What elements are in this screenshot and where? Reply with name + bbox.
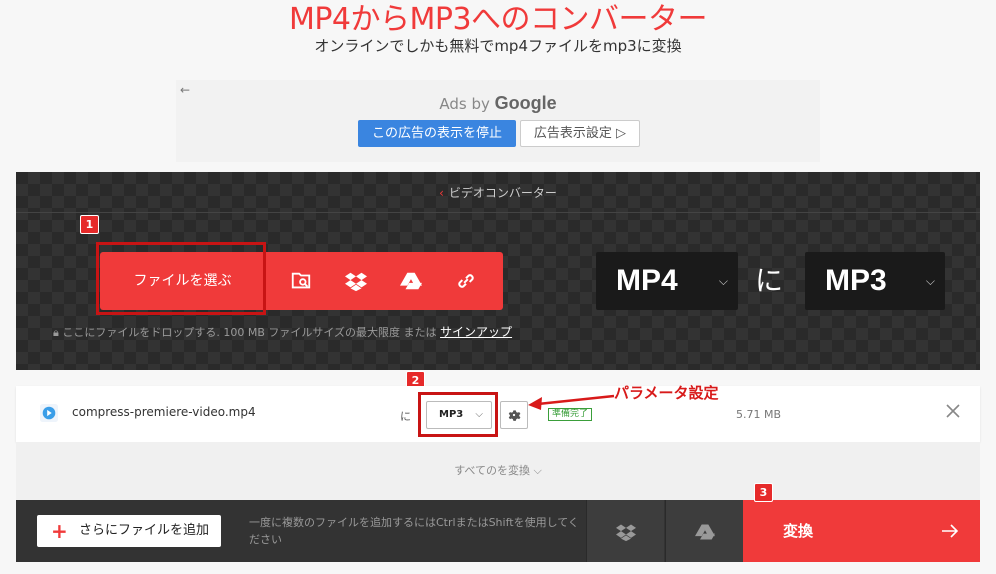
gear-icon <box>508 410 521 421</box>
video-file-icon <box>40 404 58 422</box>
google-logo: Google <box>494 93 557 113</box>
add-more-files-button[interactable]: + さらにファイルを追加 <box>37 515 221 547</box>
step-badge-3: 3 <box>754 483 773 502</box>
page: MP4からMP3へのコンバーター オンラインでしかも無料でmp4ファイルをmp3… <box>0 0 996 574</box>
annotation-arrow-icon <box>528 394 615 410</box>
ads-by-label: Ads by <box>439 95 490 113</box>
settings-button[interactable] <box>500 401 528 429</box>
stop-ad-button[interactable]: この広告の表示を停止 <box>358 120 516 147</box>
bottom-bar: + さらにファイルを追加 一度に複数のファイルを追加するにはCtrlまたはShi… <box>16 500 980 562</box>
parameter-settings-label: パラメータ設定 <box>614 384 719 402</box>
file-row: compress-premiere-video.mp4 に MP3 ⌵ 準備完了… <box>16 386 980 442</box>
breadcrumb-label: ビデオコンバーター <box>448 186 557 200</box>
divider <box>16 212 980 213</box>
file-search-icon[interactable] <box>290 270 312 292</box>
dropbox-icon <box>616 524 636 542</box>
output-format-value: MP3 <box>439 409 464 420</box>
from-format-select[interactable]: MP4 ⌵ <box>596 252 738 310</box>
step-badge-1: 1 <box>80 215 99 234</box>
converter-hero: ‹ ビデオコンバーター 1 ファイルを選ぶ 🔒︎ ここにファイルをドロップする. … <box>16 172 980 370</box>
to-format-value: MP3 <box>825 264 887 297</box>
to-format-select[interactable]: MP3 ⌵ <box>805 252 945 310</box>
drop-hint: 🔒︎ ここにファイルをドロップする. 100 MB ファイルサイズの最大限度 ま… <box>53 323 512 340</box>
plus-icon: + <box>51 519 68 543</box>
file-name: compress-premiere-video.mp4 <box>72 405 256 419</box>
file-size: 5.71 MB <box>736 408 782 421</box>
page-subtitle: オンラインでしかも無料でmp4ファイルをmp3に変換 <box>314 37 682 55</box>
upload-bar: ファイルを選ぶ <box>100 252 503 310</box>
page-title: MP4からMP3へのコンバーター <box>288 2 708 37</box>
convert-label: 変換 <box>783 522 814 540</box>
multi-select-hint: 一度に複数のファイルを追加するにはCtrlまたはShiftを使用してください <box>249 516 579 546</box>
remove-file-button[interactable] <box>942 400 964 422</box>
chevron-left-icon: ‹ <box>439 186 444 200</box>
chevron-down-icon: ⌵ <box>475 409 483 420</box>
close-icon <box>946 404 960 418</box>
google-drive-icon[interactable] <box>400 270 422 292</box>
save-to-dropbox-button[interactable] <box>586 500 664 562</box>
add-more-label: さらにファイルを追加 <box>79 523 210 538</box>
dropbox-icon[interactable] <box>345 270 367 292</box>
convert-all-area: すべてのを変換 ⌵ <box>16 442 980 500</box>
choose-file-button[interactable]: ファイルを選ぶ <box>100 252 265 310</box>
to-word: に <box>754 264 783 297</box>
from-format-value: MP4 <box>616 264 678 297</box>
drop-hint-text: ここにファイルをドロップする. 100 MB ファイルサイズの最大限度 または <box>62 326 437 339</box>
convert-button[interactable]: 変換 <box>743 500 980 562</box>
lock-icon: 🔒︎ <box>53 326 63 339</box>
chevron-down-icon: ⌵ <box>925 274 935 288</box>
save-to-drive-button[interactable] <box>665 500 743 562</box>
ad-panel: ← Ads by Google この広告の表示を停止 広告表示設定 ▷ <box>176 80 820 162</box>
ads-by-google: Ads by Google <box>176 93 820 114</box>
url-link-icon[interactable] <box>455 270 477 292</box>
chevron-down-icon: ⌵ <box>718 274 728 288</box>
to-word-small: に <box>400 410 411 423</box>
convert-all-toggle[interactable]: すべてのを変換 ⌵ <box>16 462 980 478</box>
output-format-select[interactable]: MP3 ⌵ <box>426 401 492 429</box>
breadcrumb[interactable]: ‹ ビデオコンバーター <box>16 184 980 201</box>
ad-settings-button[interactable]: 広告表示設定 ▷ <box>520 120 640 147</box>
google-drive-icon <box>695 524 715 540</box>
signup-link[interactable]: サインアップ <box>440 325 512 339</box>
arrow-right-icon <box>942 524 959 538</box>
